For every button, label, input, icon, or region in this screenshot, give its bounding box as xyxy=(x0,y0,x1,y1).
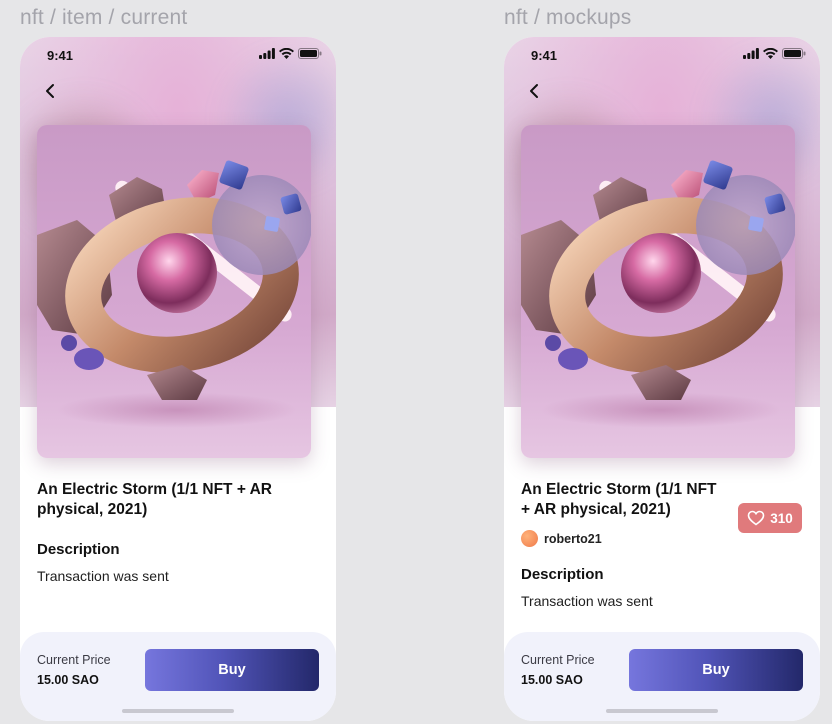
frame-label-mockups: nft / mockups xyxy=(504,6,632,29)
owner-row[interactable]: roberto21 xyxy=(521,530,602,547)
nft-artwork-image xyxy=(37,125,311,458)
heart-icon xyxy=(747,510,765,526)
back-chevron-icon[interactable] xyxy=(526,81,544,101)
wifi-icon xyxy=(763,48,778,59)
description-heading: Description xyxy=(521,566,604,583)
price-label: Current Price xyxy=(521,653,595,667)
buy-button[interactable]: Buy xyxy=(629,649,803,691)
home-indicator xyxy=(606,709,718,713)
owner-avatar xyxy=(521,530,538,547)
owner-name: roberto21 xyxy=(544,531,602,546)
description-heading: Description xyxy=(37,541,120,558)
like-count: 310 xyxy=(770,510,793,526)
price-value: 15.00 SAO xyxy=(521,673,583,687)
buy-button[interactable]: Buy xyxy=(145,649,319,691)
frame-label-current: nft / item / current xyxy=(20,6,188,29)
nft-title: An Electric Storm (1/1 NFT + AR physical… xyxy=(521,481,717,518)
phone-frame-current: 9:41 An Electric Storm (1/1 NFT + AR phy… xyxy=(20,37,336,721)
status-time: 9:41 xyxy=(531,48,558,63)
wifi-icon xyxy=(279,48,294,59)
signal-icon xyxy=(259,48,275,59)
like-button[interactable]: 310 xyxy=(738,503,802,533)
battery-icon xyxy=(298,48,322,59)
status-time: 9:41 xyxy=(47,48,74,63)
description-text: Transaction was sent xyxy=(37,568,169,584)
status-icons xyxy=(743,48,806,59)
phone-frame-mockup: 9:41 An Electric Storm (1/1 NFT + AR phy… xyxy=(504,37,820,721)
status-icons xyxy=(259,48,322,59)
price-value: 15.00 SAO xyxy=(37,673,99,687)
purchase-panel: Current Price 15.00 SAO Buy xyxy=(504,632,820,721)
back-chevron-icon[interactable] xyxy=(42,81,60,101)
description-text: Transaction was sent xyxy=(521,593,653,609)
nft-title: An Electric Storm (1/1 NFT + AR physical… xyxy=(37,481,272,518)
home-indicator xyxy=(122,709,234,713)
purchase-panel: Current Price 15.00 SAO Buy xyxy=(20,632,336,721)
price-label: Current Price xyxy=(37,653,111,667)
signal-icon xyxy=(743,48,759,59)
nft-artwork-image xyxy=(521,125,795,458)
battery-icon xyxy=(782,48,806,59)
